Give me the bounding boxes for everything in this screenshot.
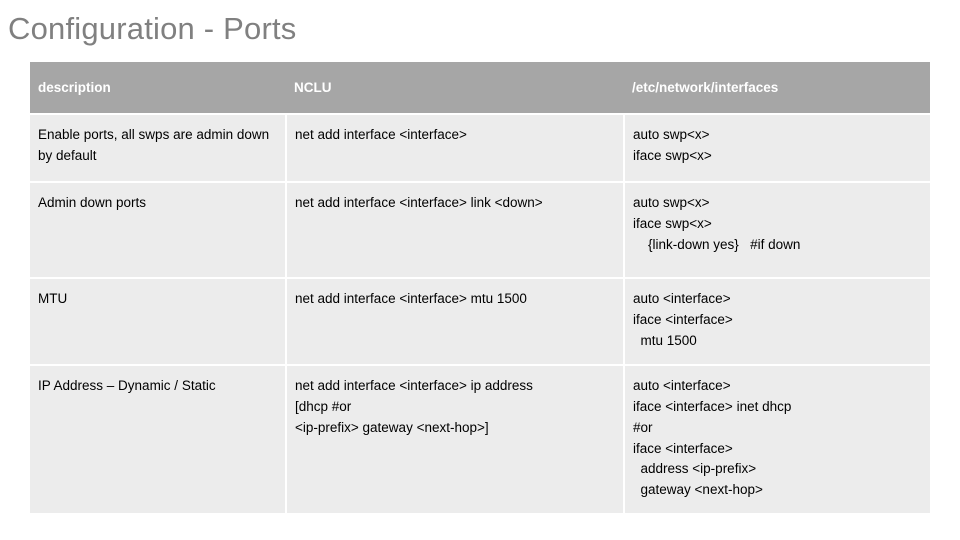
configuration-table: description NCLU /etc/network/interfaces… (30, 62, 930, 514)
cell-nclu: net add interface <interface> ip address… (286, 363, 625, 514)
slide: Configuration - Ports description NCLU /… (0, 0, 960, 540)
configuration-table-container: description NCLU /etc/network/interfaces… (30, 62, 930, 514)
cell-interfaces: auto <interface> iface <interface> inet … (624, 363, 930, 514)
cell-nclu: net add interface <interface> link <down… (286, 181, 625, 278)
table-row: Admin down ports net add interface <inte… (30, 181, 930, 278)
page-title: Configuration - Ports (8, 11, 297, 46)
cell-nclu: net add interface <interface> mtu 1500 (286, 277, 625, 365)
table-row: Enable ports, all swps are admin down by… (30, 113, 930, 182)
column-header-description: description (30, 62, 286, 114)
column-header-interfaces: /etc/network/interfaces (624, 62, 930, 114)
table-header-row: description NCLU /etc/network/interfaces (30, 62, 930, 114)
table-row: MTU net add interface <interface> mtu 15… (30, 277, 930, 365)
cell-interfaces: auto swp<x> iface swp<x> {link-down yes}… (624, 181, 930, 278)
table-header: description NCLU /etc/network/interfaces (30, 62, 930, 114)
cell-description: MTU (30, 277, 287, 365)
cell-description: Admin down ports (30, 181, 287, 278)
cell-nclu: net add interface <interface> (286, 113, 625, 182)
cell-interfaces: auto <interface> iface <interface> mtu 1… (624, 277, 930, 365)
cell-description: Enable ports, all swps are admin down by… (30, 113, 287, 182)
cell-description: IP Address – Dynamic / Static (30, 363, 287, 514)
table-row: IP Address – Dynamic / Static net add in… (30, 363, 930, 514)
cell-interfaces: auto swp<x> iface swp<x> (624, 113, 930, 182)
column-header-nclu: NCLU (286, 62, 624, 114)
table-body: Enable ports, all swps are admin down by… (30, 113, 930, 514)
